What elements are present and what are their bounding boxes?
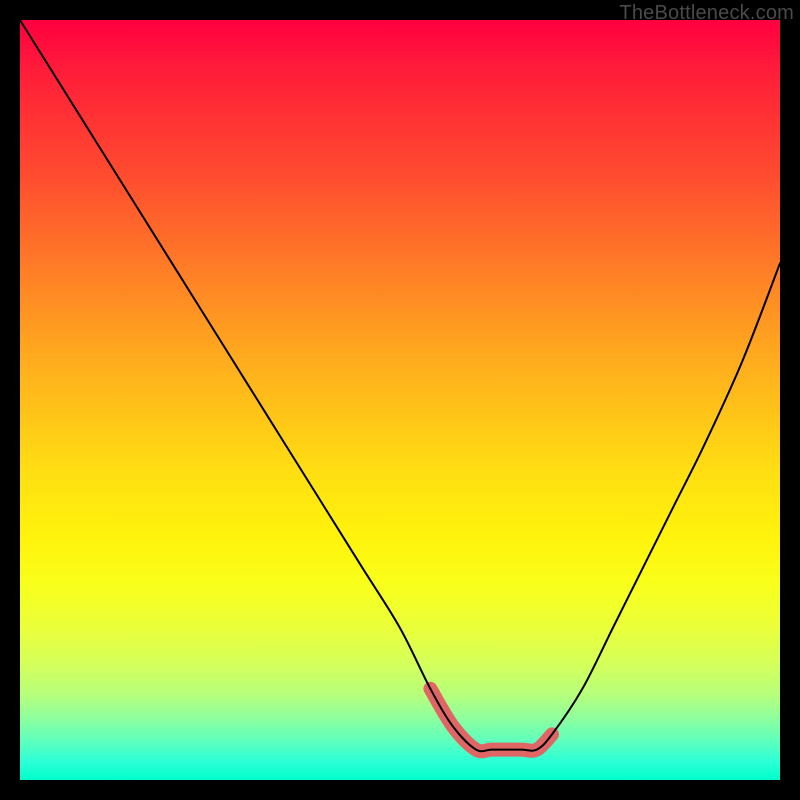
bottleneck-curve-path (20, 20, 780, 751)
chart-svg (20, 20, 780, 780)
chart-frame: TheBottleneck.com (0, 0, 800, 800)
plot-area (20, 20, 780, 780)
